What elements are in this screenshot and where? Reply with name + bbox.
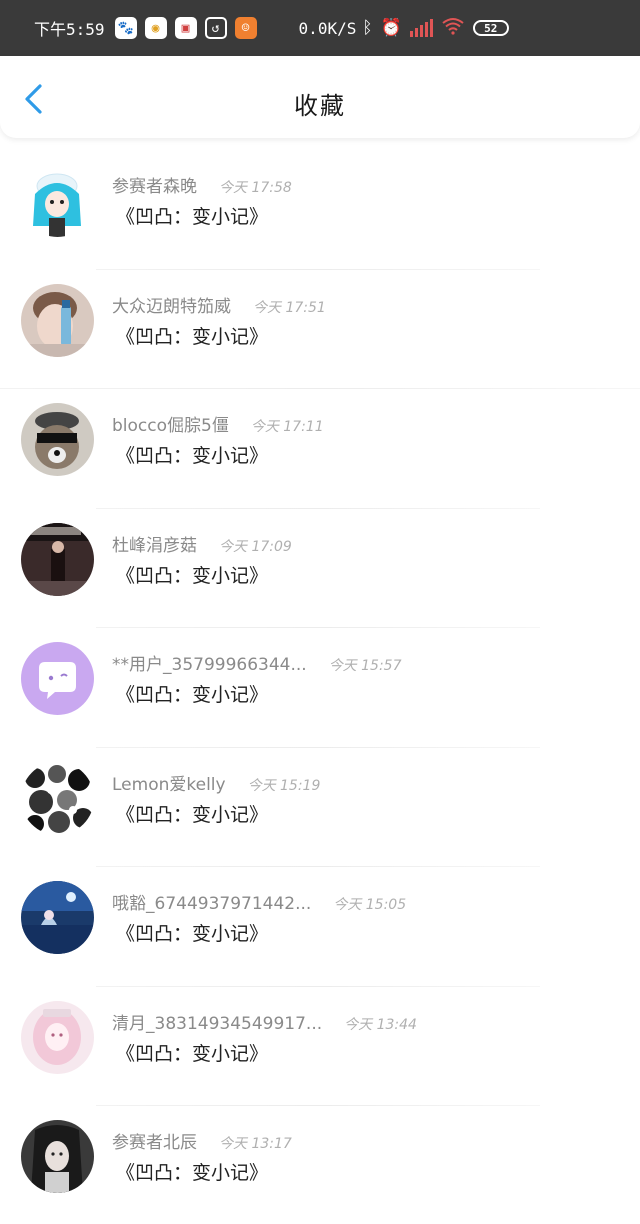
- avatar[interactable]: [21, 1120, 94, 1193]
- username[interactable]: 大众迈朗特笳威: [112, 292, 231, 317]
- favorite-title[interactable]: 《凹凸：变小记》: [116, 202, 268, 229]
- timestamp: 今天 13:44: [344, 1016, 417, 1033]
- timestamp: 今天 17:09: [219, 538, 292, 555]
- username[interactable]: **用户_35799966344...: [112, 650, 307, 675]
- avatar[interactable]: [21, 283, 94, 357]
- username[interactable]: blocco倔腙5僵: [112, 411, 229, 436]
- avatar[interactable]: [21, 522, 94, 596]
- avatar[interactable]: [21, 1000, 94, 1074]
- list-item[interactable]: 哦豁_6744937971442... 今天 15:05 《凹凸：变小记》: [0, 867, 640, 987]
- username[interactable]: 杜峰涓彦菇: [112, 531, 197, 556]
- timestamp: 今天 17:58: [219, 180, 292, 196]
- avatar[interactable]: [21, 642, 94, 715]
- list-item[interactable]: 大众迈朗特笳威 今天 17:51 《凹凸：变小记》: [0, 270, 640, 389]
- timestamp: 今天 15:19: [247, 777, 321, 794]
- list-item[interactable]: 参赛者森晚 今天 17:58 《凹凸：变小记》: [0, 150, 640, 270]
- avatar[interactable]: [21, 761, 94, 835]
- list-item[interactable]: Lemon爱kelly 今天 15:19 《凹凸：变小记》: [0, 748, 640, 867]
- signal-icon: [409, 19, 433, 37]
- favorite-title[interactable]: 《凹凸：变小记》: [116, 680, 268, 707]
- page-title: 收藏: [294, 92, 346, 120]
- username[interactable]: 清月_38314934549917...: [112, 1009, 322, 1034]
- favorites-list: 参赛者森晚 今天 17:58 《凹凸：变小记》 大众迈朗特笳威 今天 17:51…: [0, 150, 640, 1224]
- timestamp: 今天 15:57: [328, 658, 402, 674]
- username[interactable]: 哦豁_6744937971442...: [112, 889, 311, 914]
- list-item[interactable]: 清月_38314934549917... 今天 13:44 《凹凸：变小记》: [0, 987, 640, 1106]
- list-item[interactable]: blocco倔腙5僵 今天 17:11 《凹凸：变小记》: [0, 389, 640, 509]
- list-item[interactable]: **用户_35799966344... 今天 15:57 《凹凸：变小记》: [0, 628, 640, 748]
- shopping-app-icon: ▣: [174, 17, 197, 39]
- cat-app-icon: ☺: [234, 17, 257, 39]
- favorite-title[interactable]: 《凹凸：变小记》: [116, 919, 268, 946]
- avatar[interactable]: [21, 164, 94, 237]
- favorite-title[interactable]: 《凹凸：变小记》: [116, 561, 268, 588]
- header: 收藏: [0, 56, 640, 138]
- battery-icon: 52: [472, 20, 509, 36]
- favorite-title[interactable]: 《凹凸：变小记》: [116, 441, 268, 468]
- timestamp: 今天 17:11: [250, 419, 324, 435]
- favorite-title[interactable]: 《凹凸：变小记》: [116, 1158, 268, 1185]
- photo-app-icon: ◉: [144, 17, 167, 39]
- favorite-title[interactable]: 《凹凸：变小记》: [116, 322, 268, 349]
- username[interactable]: 参赛者北辰: [112, 1128, 197, 1153]
- avatar[interactable]: [21, 881, 94, 954]
- favorite-title[interactable]: 《凹凸：变小记》: [116, 1039, 268, 1066]
- list-item[interactable]: 参赛者北辰 今天 13:17 《凹凸：变小记》: [0, 1106, 640, 1224]
- list-item[interactable]: 杜峰涓彦菇 今天 17:09 《凹凸：变小记》: [0, 509, 640, 628]
- status-time: 下午5:59: [34, 20, 105, 39]
- wifi-icon: [441, 17, 465, 40]
- timestamp: 今天 15:05: [333, 897, 407, 913]
- document-app-icon: ↺: [204, 17, 227, 39]
- favorite-title[interactable]: 《凹凸：变小记》: [116, 800, 268, 827]
- avatar[interactable]: [21, 403, 94, 476]
- alarm-icon: ⏰: [380, 18, 402, 38]
- timestamp: 今天 13:17: [219, 1136, 292, 1152]
- status-bar: 下午5:59 🐾 ◉ ▣ ↺ ☺ 0.0K/S ᛒ ⏰ 52: [0, 0, 640, 56]
- bluetooth-icon: ᛒ: [362, 18, 373, 38]
- timestamp: 今天 17:51: [253, 299, 326, 316]
- username[interactable]: Lemon爱kelly: [112, 770, 226, 795]
- paw-app-icon: 🐾: [114, 17, 137, 39]
- username[interactable]: 参赛者森晚: [112, 172, 197, 197]
- network-speed: 0.0K/S: [298, 18, 357, 38]
